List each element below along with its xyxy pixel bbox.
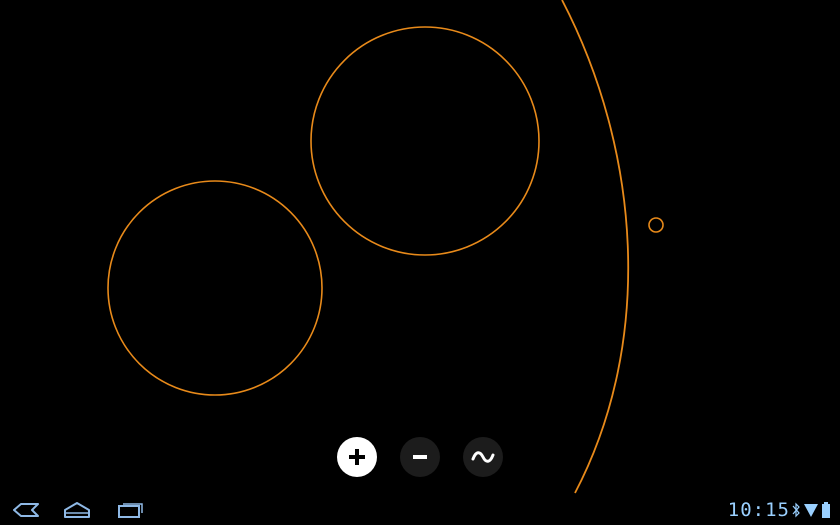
minus-icon (413, 455, 427, 459)
wave-button[interactable] (463, 437, 503, 477)
shape-controls (337, 437, 507, 479)
wifi-icon (804, 501, 818, 519)
recent-apps-icon (118, 503, 143, 518)
large-circle-top[interactable] (310, 26, 540, 256)
home-button[interactable] (63, 499, 91, 521)
back-button[interactable] (12, 499, 40, 521)
drawing-surface[interactable] (0, 0, 840, 495)
back-icon (13, 503, 39, 517)
home-icon (64, 502, 90, 518)
drawing-canvas[interactable] (0, 0, 840, 495)
recent-apps-button[interactable] (116, 499, 144, 521)
battery-icon (822, 501, 830, 519)
remove-button[interactable] (400, 437, 440, 477)
large-circle-left[interactable] (107, 180, 323, 396)
bluetooth-icon (792, 501, 800, 519)
add-button[interactable] (337, 437, 377, 477)
system-navbar: 10:15 (0, 495, 840, 525)
status-clock: 10:15 (727, 499, 790, 521)
small-circle[interactable] (648, 217, 664, 233)
plus-icon (349, 449, 365, 465)
large-arc-right[interactable] (561, 0, 630, 494)
tilde-wave-icon (471, 451, 495, 463)
